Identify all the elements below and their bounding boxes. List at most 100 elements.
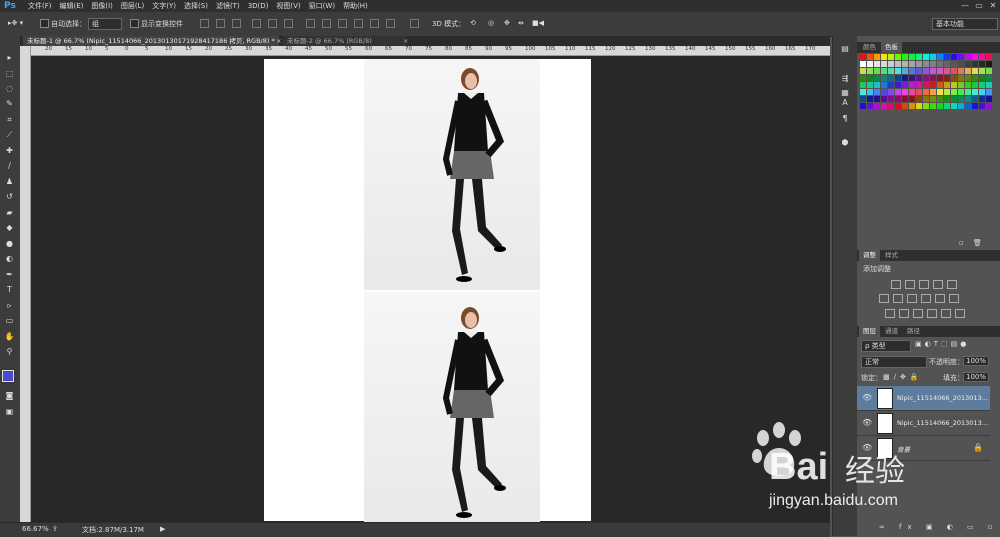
zoom-readout[interactable]: 66.67% — [22, 525, 49, 533]
adjustment-icon[interactable] — [891, 280, 901, 289]
opacity-input[interactable]: 100% — [963, 356, 990, 366]
color-swatch[interactable] — [923, 61, 929, 67]
color-swatch[interactable] — [923, 75, 929, 81]
brush-tool-icon[interactable]: ∕ — [4, 160, 15, 171]
color-swatch[interactable] — [979, 82, 985, 88]
color-swatch[interactable] — [972, 103, 978, 109]
menu-edit[interactable]: 编辑(E) — [56, 0, 88, 12]
color-swatch[interactable] — [979, 68, 985, 74]
properties-icon[interactable]: ▦ — [840, 88, 850, 98]
color-swatch[interactable] — [944, 61, 950, 67]
color-swatch[interactable] — [860, 89, 866, 95]
color-swatch[interactable] — [902, 61, 908, 67]
color-swatch[interactable] — [888, 68, 894, 74]
color-swatch[interactable] — [867, 68, 873, 74]
auto-align-icon[interactable] — [410, 19, 419, 28]
color-swatch[interactable] — [881, 61, 887, 67]
blend-mode-dropdown[interactable]: 正常 — [861, 356, 927, 368]
color-swatch[interactable] — [909, 68, 915, 74]
color-swatch[interactable] — [888, 54, 894, 60]
color-swatch[interactable] — [958, 54, 964, 60]
color-swatch[interactable] — [860, 75, 866, 81]
color-swatch[interactable] — [979, 103, 985, 109]
color-swatch[interactable] — [979, 96, 985, 102]
lasso-tool-icon[interactable]: ◌ — [4, 83, 15, 94]
color-swatch[interactable] — [937, 75, 943, 81]
color-swatch[interactable] — [972, 68, 978, 74]
shape-tool-icon[interactable]: ▭ — [4, 315, 15, 326]
dodge-tool-icon[interactable]: ◐ — [4, 253, 15, 264]
adjustment-icon[interactable] — [947, 280, 957, 289]
color-swatch[interactable] — [867, 89, 873, 95]
color-swatch[interactable] — [944, 89, 950, 95]
adjustment-icon[interactable] — [885, 309, 895, 318]
tab-channels[interactable]: 通道 — [881, 326, 902, 337]
color-swatch[interactable] — [902, 89, 908, 95]
menu-view[interactable]: 视图(V) — [272, 0, 304, 12]
status-menu-arrow-icon[interactable]: ▶ — [160, 525, 165, 533]
color-swatch[interactable] — [867, 75, 873, 81]
menu-filter[interactable]: 滤镜(T) — [212, 0, 244, 12]
blur-tool-icon[interactable]: ● — [4, 238, 15, 249]
color-swatch[interactable] — [937, 103, 943, 109]
move-tool-icon[interactable]: ▸ — [4, 52, 15, 63]
color-swatch[interactable] — [930, 82, 936, 88]
color-swatch[interactable] — [965, 103, 971, 109]
distribute-vcenter-icon[interactable] — [322, 19, 331, 28]
3d-rotate-icon[interactable]: ⟲ — [470, 19, 476, 27]
history-icon[interactable]: ▤ — [840, 44, 850, 54]
color-swatch[interactable] — [916, 89, 922, 95]
type-tool-icon[interactable]: T — [4, 284, 15, 295]
color-swatch[interactable] — [937, 96, 943, 102]
color-swatch[interactable] — [979, 54, 985, 60]
align-hcenter-icon[interactable] — [268, 19, 277, 28]
color-swatch[interactable] — [972, 54, 978, 60]
color-swatch[interactable] — [867, 103, 873, 109]
color-swatch[interactable] — [881, 89, 887, 95]
color-swatch[interactable] — [951, 96, 957, 102]
tab-close-icon[interactable]: × — [399, 36, 412, 46]
color-swatch[interactable] — [965, 89, 971, 95]
foreground-color-swatch[interactable] — [2, 370, 14, 382]
menu-file[interactable]: 文件(F) — [24, 0, 56, 12]
maximize-button[interactable]: ▭ — [972, 0, 986, 12]
screen-mode-icon[interactable]: ▣ — [4, 406, 15, 417]
color-swatch[interactable] — [923, 82, 929, 88]
3d-slide-icon[interactable]: ⇹ — [518, 19, 524, 27]
color-swatch[interactable] — [881, 68, 887, 74]
color-swatch[interactable] — [874, 75, 880, 81]
color-swatch[interactable] — [888, 61, 894, 67]
color-swatch[interactable] — [860, 54, 866, 60]
color-swatch[interactable] — [888, 89, 894, 95]
color-swatch[interactable] — [944, 75, 950, 81]
color-swatch[interactable] — [916, 103, 922, 109]
color-swatch[interactable] — [916, 75, 922, 81]
color-swatch[interactable] — [867, 96, 873, 102]
color-swatch[interactable] — [874, 68, 880, 74]
color-swatch[interactable] — [867, 82, 873, 88]
distribute-top-icon[interactable] — [306, 19, 315, 28]
move-tool-icon[interactable]: ▸✥ ▾ — [8, 19, 23, 27]
3d-pan-icon[interactable]: ✥ — [504, 19, 510, 27]
color-swatch[interactable] — [881, 96, 887, 102]
distribute-bottom-icon[interactable] — [338, 19, 347, 28]
color-swatch[interactable] — [937, 82, 943, 88]
color-swatch[interactable] — [874, 96, 880, 102]
tab-layers[interactable]: 图层 — [859, 326, 880, 337]
layer-bottom-icons[interactable]: ∞ fx ▣ ◐ ▭ ▫ 🗑 — [879, 523, 1000, 531]
menu-layer[interactable]: 图层(L) — [117, 0, 148, 12]
color-swatch[interactable] — [909, 61, 915, 67]
color-swatch[interactable] — [895, 61, 901, 67]
color-swatch[interactable] — [972, 96, 978, 102]
menu-help[interactable]: 帮助(H) — [339, 0, 372, 12]
tab-adjustments[interactable]: 调整 — [859, 250, 880, 261]
color-swatch[interactable] — [902, 75, 908, 81]
color-swatch[interactable] — [965, 75, 971, 81]
color-swatch[interactable] — [951, 61, 957, 67]
zoom-tool-icon[interactable]: ⚲ — [4, 346, 15, 357]
color-swatch[interactable] — [895, 103, 901, 109]
color-swatch[interactable] — [965, 82, 971, 88]
canvas-area[interactable] — [31, 56, 830, 523]
color-swatch[interactable] — [888, 103, 894, 109]
3d-roll-icon[interactable]: ◎ — [488, 19, 494, 27]
